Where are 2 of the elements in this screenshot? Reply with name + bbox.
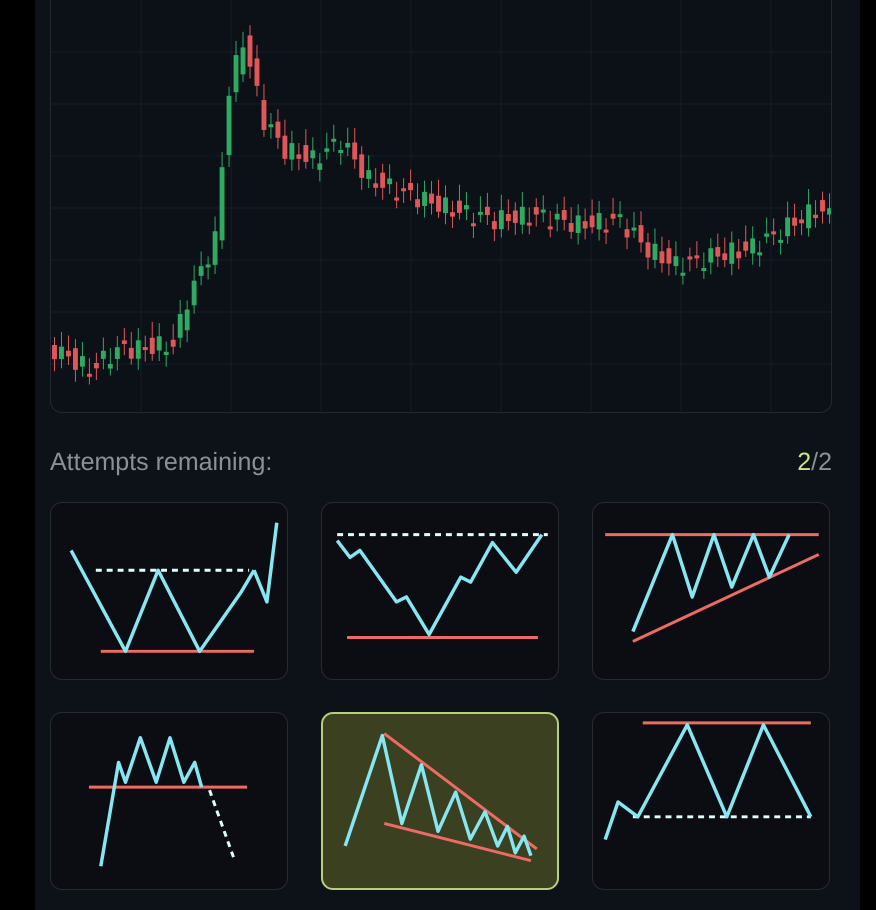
- attempts-label: Attempts remaining:: [50, 448, 272, 476]
- attempts-count: 2/2: [797, 448, 832, 476]
